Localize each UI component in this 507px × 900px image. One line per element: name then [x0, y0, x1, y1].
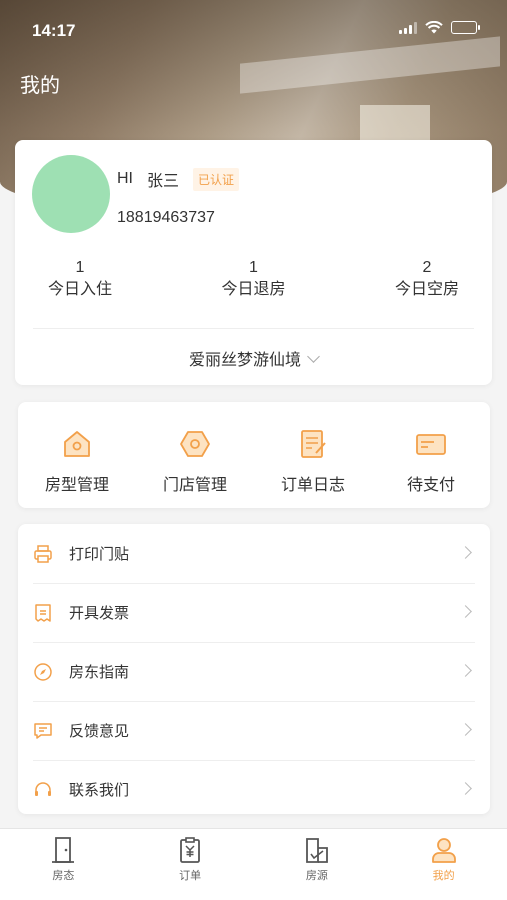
today-stats: 1 今日入住 1 今日退房 2 今日空房: [15, 258, 492, 302]
headset-icon: [35, 781, 51, 796]
stat-value: 1: [249, 259, 258, 276]
menu-label: 订单日志: [280, 477, 345, 494]
tab-label: 房态: [52, 870, 75, 882]
tab-label: 房源: [305, 870, 328, 882]
tab-bar: 房态 订单 房源 我的: [0, 828, 507, 900]
tab-room-status[interactable]: 房态: [0, 829, 127, 900]
chevron-right-icon: [459, 782, 472, 795]
stat-checkout[interactable]: 1 今日退房: [145, 258, 362, 302]
page-title: 我的: [20, 75, 60, 97]
tab-orders[interactable]: 订单: [127, 829, 254, 900]
divider: [33, 328, 474, 329]
tab-mine[interactable]: 我的: [380, 829, 507, 900]
menu-label: 房型管理: [44, 477, 109, 494]
list-label: 开具发票: [69, 605, 130, 622]
stat-label: 今日空房: [394, 281, 459, 298]
tab-label: 订单: [179, 870, 202, 882]
greeting-text: HI: [117, 170, 133, 187]
message-icon: [34, 722, 52, 739]
door-icon: [52, 837, 75, 863]
building-icon: [305, 838, 328, 863]
battery-icon: [451, 21, 480, 34]
menu-order-log[interactable]: 订单日志: [254, 402, 372, 508]
menu-room-type[interactable]: 房型管理: [18, 402, 136, 508]
profile-card: HI 张三 已认证 18819463737 1 今日入住 1 今日退房 2 今日…: [15, 140, 492, 385]
stat-label: 今日入住: [47, 281, 112, 298]
user-phone: 18819463737: [117, 209, 215, 226]
compass-icon: [34, 662, 52, 681]
chevron-down-icon: [307, 350, 320, 363]
background-window: [360, 105, 430, 140]
user-name: 张三: [147, 173, 180, 190]
stat-value: 1: [75, 259, 85, 276]
stat-value: 2: [422, 259, 432, 276]
house-icon: [64, 431, 90, 457]
signal-icon: [399, 21, 417, 34]
tab-label: 我的: [432, 870, 455, 882]
list-label: 联系我们: [69, 782, 130, 799]
list-item-invoice[interactable]: 开具发票: [18, 583, 490, 642]
menu-pending-payment[interactable]: 待支付: [372, 402, 490, 508]
tab-listings[interactable]: 房源: [254, 829, 381, 900]
menu-label: 门店管理: [162, 477, 227, 494]
management-menu: 房型管理 门店管理 订单日志 待支付: [18, 402, 490, 508]
stat-label: 今日退房: [221, 281, 286, 298]
avatar[interactable]: [32, 155, 110, 233]
chevron-right-icon: [459, 605, 472, 618]
printer-icon: [34, 544, 52, 563]
list-item-contact-us[interactable]: 联系我们: [18, 760, 490, 814]
wifi-icon: [425, 21, 443, 34]
list-item-landlord-guide[interactable]: 房东指南: [18, 642, 490, 701]
list-label: 反馈意见: [69, 723, 130, 740]
greeting-row: HI 张三 已认证: [117, 167, 240, 191]
status-indicators: [399, 21, 480, 34]
status-bar: 14:17: [0, 0, 507, 60]
clipboard-yen-icon: [180, 837, 201, 863]
list-item-print-door-sticker[interactable]: 打印门贴: [18, 524, 490, 583]
card-icon: [416, 434, 446, 455]
hex-nut-icon: [180, 431, 210, 457]
verified-badge: 已认证: [193, 167, 240, 191]
document-pen-icon: [301, 430, 326, 458]
store-selector[interactable]: 爱丽丝梦游仙境: [15, 346, 492, 370]
menu-store[interactable]: 门店管理: [136, 402, 254, 508]
stat-vacant[interactable]: 2 今日空房: [362, 258, 492, 302]
invoice-icon: [35, 603, 51, 622]
person-icon: [431, 838, 456, 863]
status-time: 14:17: [32, 21, 76, 40]
list-item-feedback[interactable]: 反馈意见: [18, 701, 490, 760]
chevron-right-icon: [459, 723, 472, 736]
stat-checkin[interactable]: 1 今日入住: [15, 258, 145, 302]
store-name: 爱丽丝梦游仙境: [188, 352, 301, 369]
settings-list: 打印门贴 开具发票 房东指南 反馈意见 联系我们: [18, 524, 490, 814]
chevron-right-icon: [459, 664, 472, 677]
menu-label: 待支付: [406, 477, 455, 494]
chevron-right-icon: [459, 546, 472, 559]
list-label: 房东指南: [69, 664, 130, 681]
list-label: 打印门贴: [69, 546, 130, 563]
